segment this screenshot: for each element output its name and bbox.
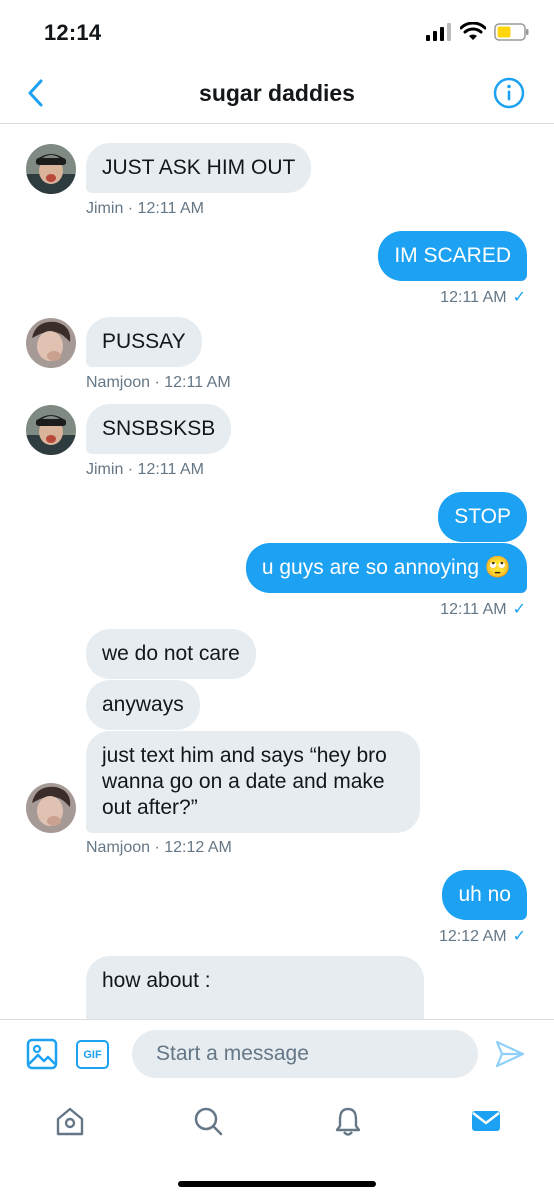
avatar-namjoon[interactable]	[26, 318, 76, 368]
conversation-info-button[interactable]	[492, 76, 526, 110]
wifi-icon	[460, 22, 486, 40]
conversation-header: sugar daddies	[0, 62, 554, 124]
message-bubble-outgoing[interactable]: STOP	[438, 492, 527, 542]
sent-check-icon: ✓	[512, 928, 526, 945]
add-gif-button[interactable]: GIF	[76, 1040, 109, 1069]
tab-messages[interactable]	[466, 1101, 506, 1141]
status-bar: 12:14	[0, 0, 554, 62]
send-icon	[495, 1040, 525, 1068]
message-time: 12:11 AM	[440, 601, 507, 618]
cellular-signal-icon	[426, 23, 451, 41]
message-composer: GIF Start a message	[0, 1019, 554, 1091]
sent-check-icon: ✓	[512, 289, 526, 306]
messages-envelope-icon	[472, 1111, 500, 1131]
search-icon	[194, 1107, 223, 1136]
info-icon	[493, 77, 525, 109]
bottom-tab-bar	[0, 1091, 554, 1151]
conversation-title: sugar daddies	[199, 80, 355, 106]
avatar-jimin-image	[26, 405, 76, 455]
image-icon	[26, 1038, 58, 1070]
message-bubble-incoming[interactable]: we do not care	[86, 629, 256, 679]
avatar-jimin-image	[26, 144, 76, 194]
message-bubble-incoming[interactable]: just text him and says “hey bro wanna go…	[86, 731, 420, 833]
tab-search[interactable]	[188, 1101, 228, 1141]
message-thread[interactable]: JUST ASK HIM OUT Jimin · 12:11 AM IM SCA…	[0, 125, 554, 1019]
tab-home[interactable]	[50, 1101, 90, 1141]
message-line: wanna go on a date and make	[102, 770, 385, 793]
message-bubble-incoming[interactable]: SNSBSKSB	[86, 404, 232, 454]
message-meta: 12:11 AM ✓	[440, 287, 526, 307]
message-bubble-incoming[interactable]: anyways	[86, 680, 200, 730]
avatar-jimin[interactable]	[26, 144, 76, 194]
message-meta: 12:11 AM ✓	[440, 599, 526, 619]
message-meta: Namjoon · 12:11 AM	[86, 374, 231, 391]
message-meta: Jimin · 12:11 AM	[86, 200, 204, 217]
message-time: 12:11 AM	[440, 289, 507, 306]
avatar-namjoon-image	[26, 783, 76, 833]
tab-notifications[interactable]	[328, 1101, 368, 1141]
message-time: 12:12 AM	[438, 928, 507, 945]
message-bubble-outgoing[interactable]: uh no	[442, 870, 527, 920]
message-bubble-incoming[interactable]: how about :	[86, 956, 424, 1019]
message-bubble-incoming[interactable]: JUST ASK HIM OUT	[86, 143, 312, 193]
message-meta: Namjoon · 12:12 AM	[86, 839, 232, 856]
notifications-bell-icon	[335, 1107, 361, 1136]
gif-icon: GIF	[83, 1048, 102, 1061]
avatar-namjoon-image	[26, 318, 76, 368]
message-line: just text him and says “hey bro	[102, 744, 387, 767]
message-meta: 12:12 AM ✓	[439, 926, 526, 946]
message-bubble-incoming[interactable]: PUSSAY	[86, 317, 202, 367]
message-bubble-outgoing[interactable]: u guys are so annoying 🙄	[245, 543, 527, 593]
sent-check-icon: ✓	[512, 601, 526, 618]
status-time: 12:14	[44, 20, 102, 45]
message-meta: Jimin · 12:11 AM	[86, 461, 204, 478]
message-input[interactable]: Start a message	[132, 1030, 478, 1078]
battery-icon	[494, 23, 529, 41]
message-line: out after?”	[102, 796, 198, 819]
send-button[interactable]	[494, 1038, 526, 1075]
message-bubble-outgoing[interactable]: IM SCARED	[378, 231, 527, 281]
avatar-namjoon[interactable]	[26, 783, 76, 833]
home-icon	[56, 1107, 84, 1136]
avatar-jimin[interactable]	[26, 405, 76, 455]
home-indicator	[178, 1181, 376, 1187]
status-icons	[426, 22, 530, 42]
add-image-button[interactable]	[26, 1038, 58, 1075]
